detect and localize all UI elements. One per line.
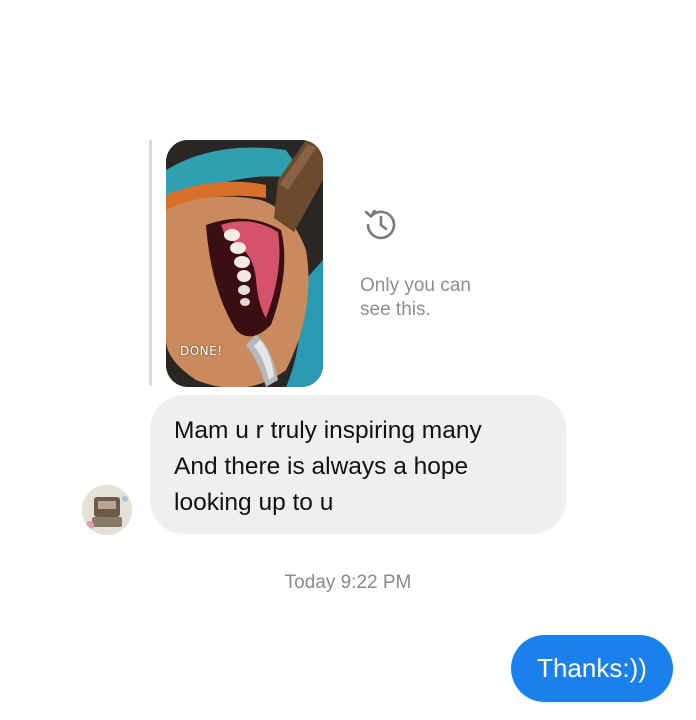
story-caption: DONE! bbox=[180, 344, 223, 358]
visibility-note: Only you can see this. bbox=[360, 274, 510, 322]
message-timestamp: Today 9:22 PM bbox=[284, 572, 412, 593]
message-line: And there is always a hope bbox=[174, 453, 469, 480]
history-icon bbox=[360, 204, 402, 246]
contact-avatar[interactable] bbox=[82, 485, 132, 535]
reply-indicator-line bbox=[149, 140, 152, 386]
message-line: looking up to u bbox=[174, 489, 334, 516]
message-line: Mam u r truly inspiring many bbox=[174, 417, 482, 444]
visibility-note-line1: Only you can bbox=[360, 275, 471, 296]
incoming-message-bubble[interactable]: Mam u r truly inspiring many And there i… bbox=[150, 395, 566, 534]
visibility-note-line2: see this. bbox=[360, 299, 431, 320]
outgoing-message-bubble[interactable]: Thanks:)) bbox=[511, 635, 673, 702]
